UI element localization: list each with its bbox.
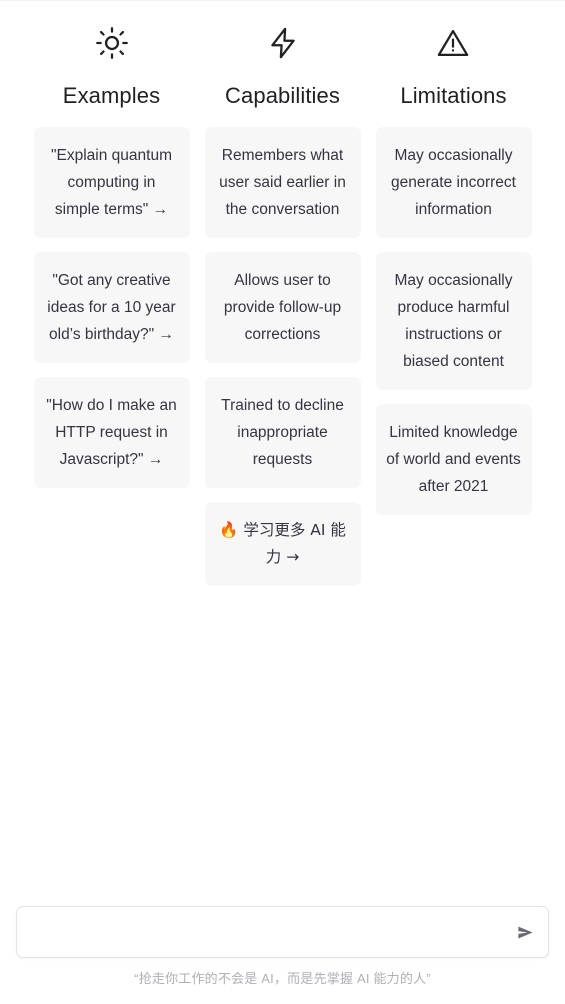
column-examples: Examples "Explain quantum computing in s…: [26, 25, 197, 488]
column-limitations: Limitations May occasionally generate in…: [368, 25, 539, 515]
column-examples-title: Examples: [62, 83, 161, 108]
column-capabilities: Capabilities Remembers what user said ea…: [197, 25, 368, 586]
warning-triangle-icon: [435, 25, 471, 61]
column-limitations-cards: May occasionally generate incorrect info…: [375, 127, 532, 515]
feature-columns: Examples "Explain quantum computing in s…: [0, 25, 565, 586]
column-capabilities-title: Capabilities: [225, 83, 340, 108]
lightning-bolt-icon: [265, 25, 301, 61]
send-button[interactable]: [512, 919, 538, 945]
column-limitations-header: Limitations: [400, 25, 507, 109]
column-examples-cards: "Explain quantum computing in simple ter…: [33, 127, 190, 488]
capability-card: Trained to decline inappropriate request…: [204, 377, 361, 488]
limitation-card: May occasionally produce harmful instruc…: [375, 252, 532, 390]
capability-card: Allows user to provide follow-up correct…: [204, 252, 361, 363]
limitation-card: May occasionally generate incorrect info…: [375, 127, 532, 238]
column-capabilities-cards: Remembers what user said earlier in the …: [204, 127, 361, 586]
example-card[interactable]: "How do I make an HTTP request in Javasc…: [33, 377, 190, 488]
message-input[interactable]: [17, 907, 548, 957]
example-card[interactable]: "Got any creative ideas for a 10 year ol…: [33, 252, 190, 363]
welcome-content: Examples "Explain quantum computing in s…: [0, 1, 565, 906]
limitation-card: Limited knowledge of world and events af…: [375, 404, 532, 515]
example-card[interactable]: "Explain quantum computing in simple ter…: [33, 127, 190, 238]
composer[interactable]: [16, 906, 549, 958]
capability-card: Remembers what user said earlier in the …: [204, 127, 361, 238]
column-capabilities-header: Capabilities: [225, 25, 340, 109]
welcome-screen: Examples "Explain quantum computing in s…: [0, 0, 565, 1004]
column-examples-header: Examples: [63, 25, 160, 109]
footer-note: “抢走你工作的不会是 AI，而是先掌握 AI 能力的人”: [134, 971, 431, 986]
composer-area: [0, 906, 565, 968]
send-icon: [516, 923, 535, 942]
learn-more-ai-card[interactable]: 🔥 学习更多 AI 能力 →: [204, 502, 361, 586]
sun-icon: [94, 25, 130, 61]
column-limitations-title: Limitations: [400, 83, 507, 108]
